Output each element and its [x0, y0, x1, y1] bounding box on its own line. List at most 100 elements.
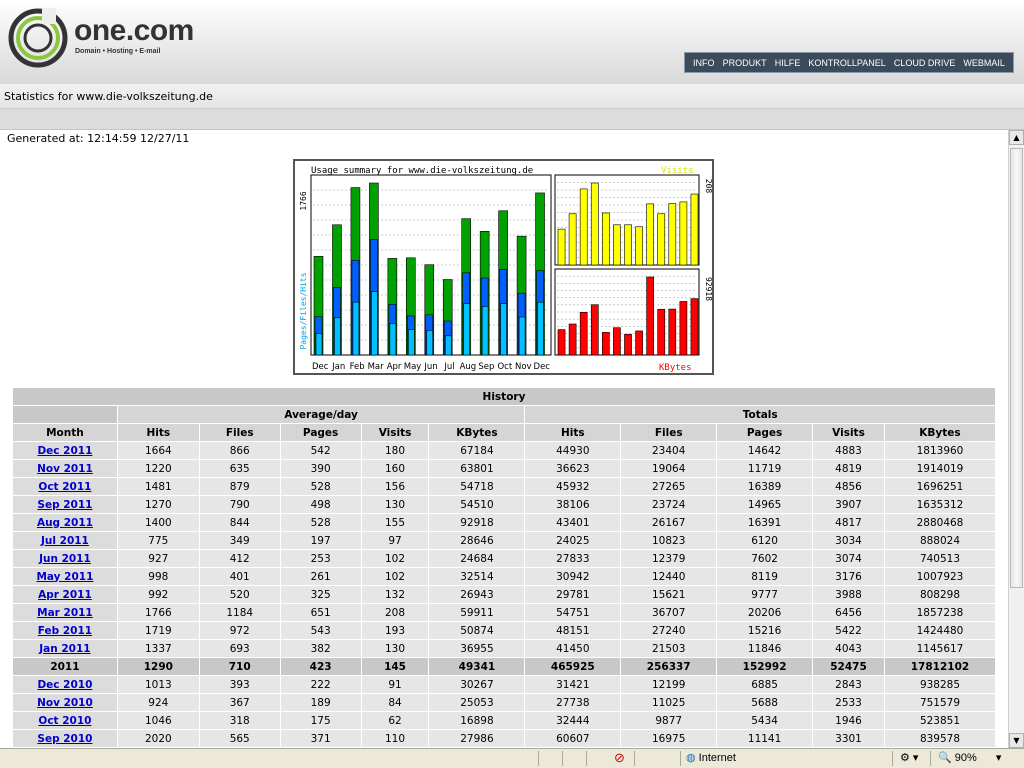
table-cell: 253 [279, 549, 362, 568]
nav-info[interactable]: INFO [693, 58, 715, 68]
protected-mode-icon[interactable]: ⚙ ▾ [900, 751, 918, 764]
month-link[interactable]: Feb 2011 [38, 625, 92, 637]
nav-cloud-drive[interactable]: CLOUD DRIVE [894, 58, 956, 68]
table-cell: 423 [279, 657, 362, 676]
table-cell: 1696251 [883, 477, 997, 496]
nav-webmail[interactable]: WEBMAIL [963, 58, 1005, 68]
table-cell: 1145617 [883, 639, 997, 658]
x-tick-label: Jan [331, 362, 345, 372]
table-cell: 565 [198, 729, 281, 748]
month-link[interactable]: Aug 2011 [37, 517, 93, 529]
month-link[interactable]: Jan 2011 [39, 643, 90, 655]
table-cell: 543 [279, 621, 362, 640]
month-link[interactable]: Sep 2010 [37, 733, 92, 745]
month-link[interactable]: Jul 2011 [41, 535, 89, 547]
table-cell: 1914019 [883, 459, 997, 478]
generated-timestamp: Generated at: 12:14:59 12/27/11 [7, 132, 190, 145]
x-tick-label: Dec [312, 362, 329, 372]
table-cell: 6885 [716, 675, 814, 694]
table-cell: 2880468 [883, 513, 997, 532]
bar-visits [635, 226, 643, 266]
table-cell: 528 [279, 513, 362, 532]
totals-header: Totals [524, 405, 996, 424]
table-cell: 992 [116, 585, 200, 604]
table-cell: 3907 [812, 495, 885, 514]
year-cell: 2011 [12, 657, 118, 676]
visits-max-label: 208 [704, 179, 712, 194]
table-cell: 30267 [428, 675, 526, 694]
bar-kbytes [657, 308, 666, 356]
table-cell: 193 [360, 621, 430, 640]
logo-wordmark: one.com [74, 14, 194, 47]
table-cell: 24025 [524, 531, 622, 550]
bar-visits [579, 188, 588, 266]
table-cell: 2020 [116, 729, 200, 748]
usage-chart-svg: Usage summary for www.die-volkszeitung.d… [299, 166, 713, 373]
left-panel-bars [310, 174, 552, 356]
month-link[interactable]: Mar 2011 [37, 607, 93, 619]
privacy-icon[interactable]: ⊘ [614, 750, 625, 766]
table-row: Sep 2010 2020 565 371 110 27986 60607 16975 1114… [12, 729, 997, 748]
scroll-up-arrow-icon[interactable]: ▲ [1009, 130, 1024, 145]
table-cell: 2533 [812, 693, 885, 712]
table-cell: 1046 [116, 711, 200, 730]
table-row: Apr 2011 992 520 325 132 26943 29781 15621 9777 3… [12, 585, 997, 604]
bar-visits [568, 213, 577, 266]
nav-hilfe[interactable]: HILFE [775, 58, 801, 68]
table-cell: 31421 [524, 675, 622, 694]
month-link[interactable]: Nov 2010 [37, 697, 93, 709]
table-cell: 1220 [116, 459, 200, 478]
bar-visits [602, 212, 610, 266]
month-cell: Dec 2011 [12, 441, 118, 460]
table-cell: 382 [279, 639, 362, 658]
table-cell: 15216 [716, 621, 814, 640]
table-cell: 371 [279, 729, 362, 748]
table-cell: 349 [198, 531, 281, 550]
vertical-scrollbar[interactable]: ▲ ▼ [1008, 130, 1024, 748]
month-link[interactable]: Nov 2011 [37, 463, 93, 475]
table-cell: 20206 [716, 603, 814, 622]
table-cell: 16898 [428, 711, 526, 730]
table-cell: 60607 [524, 729, 622, 748]
chevron-down-icon[interactable]: ▾ [996, 752, 1002, 764]
month-link[interactable]: May 2011 [36, 571, 93, 583]
table-cell: 528 [279, 477, 362, 496]
nav-kontrollpanel[interactable]: KONTROLLPANEL [808, 58, 885, 68]
table-cell: 21503 [620, 639, 718, 658]
month-link[interactable]: Sep 2011 [37, 499, 92, 511]
bar-kbytes [613, 327, 621, 356]
table-cell: 1184 [198, 603, 281, 622]
month-link[interactable]: Oct 2010 [38, 715, 91, 727]
scrollbar-thumb[interactable] [1010, 148, 1023, 588]
bar-visits [646, 203, 654, 266]
zoom-icon: 🔍 [938, 752, 952, 764]
table-cell: 63801 [428, 459, 526, 478]
month-link[interactable]: Jun 2011 [39, 553, 91, 565]
month-cell: Sep 2010 [12, 729, 118, 748]
month-link[interactable]: Dec 2010 [37, 679, 92, 691]
one-com-logo[interactable]: one.com Domain • Hosting • E-mail [8, 8, 218, 68]
table-cell: 15621 [620, 585, 718, 604]
table-cell: 29781 [524, 585, 622, 604]
column-header: KBytes [883, 423, 997, 442]
table-cell: 62 [360, 711, 430, 730]
history-table: History Average/day Totals Month Hits File… [12, 387, 997, 748]
table-row: Jan 2011 1337 693 382 130 36955 41450 21503 1184… [12, 639, 997, 658]
table-cell: 54718 [428, 477, 526, 496]
month-link[interactable]: Dec 2011 [37, 445, 92, 457]
month-link[interactable]: Oct 2011 [38, 481, 91, 493]
table-cell: 156 [360, 477, 430, 496]
nav-produkt[interactable]: PRODUKT [723, 58, 767, 68]
zoom-control[interactable]: 🔍 90% ▾ [938, 751, 1001, 764]
table-cell: 393 [198, 675, 281, 694]
table-cell: 710 [198, 657, 281, 676]
table-cell: 197 [279, 531, 362, 550]
table-cell: 751579 [883, 693, 997, 712]
scroll-down-arrow-icon[interactable]: ▼ [1009, 733, 1024, 748]
month-link[interactable]: Apr 2011 [38, 589, 92, 601]
table-cell: 498 [279, 495, 362, 514]
table-cell: 25053 [428, 693, 526, 712]
column-header: KBytes [428, 423, 526, 442]
table-cell: 27738 [524, 693, 622, 712]
table-cell: 1290 [116, 657, 200, 676]
